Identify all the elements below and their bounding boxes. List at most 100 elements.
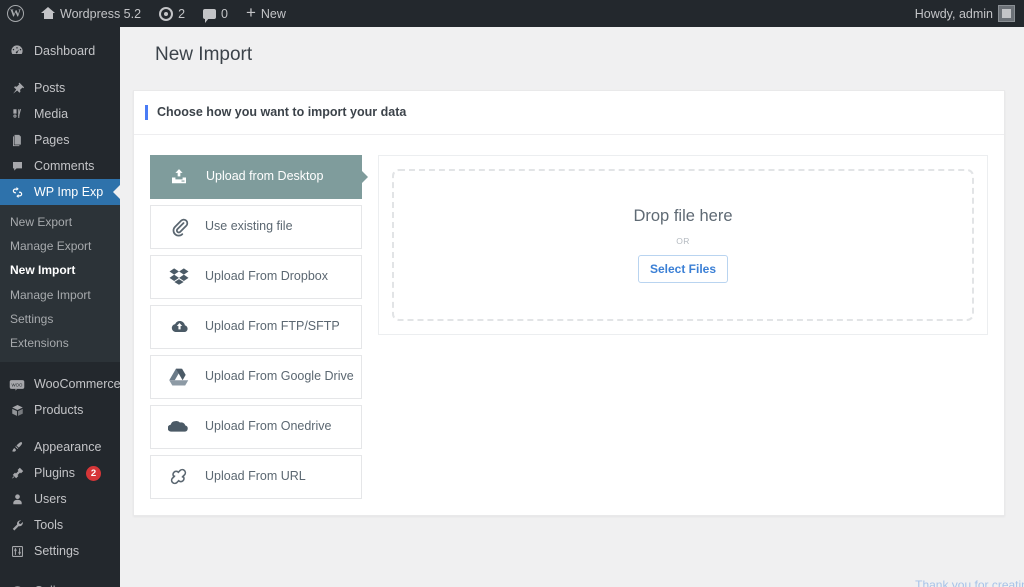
- link-chain-icon: [166, 467, 192, 487]
- submenu-item-new-export[interactable]: New Export: [0, 210, 120, 234]
- sidebar-item-label: Settings: [34, 543, 80, 558]
- paperclip-icon: [166, 217, 192, 237]
- import-method-list: Upload from Desktop Use existing file Up…: [150, 154, 362, 505]
- sidebar-item-label: Posts: [34, 80, 66, 95]
- settings-sliders-icon: [8, 542, 26, 560]
- dropzone-title: Drop file here: [633, 206, 733, 225]
- sidebar-item-appearance[interactable]: Appearance: [0, 434, 120, 460]
- tools-wrench-icon: [8, 516, 26, 534]
- accent-bar: [145, 104, 148, 120]
- submenu-item-extensions[interactable]: Extensions: [0, 331, 120, 355]
- updates-menu[interactable]: 2: [150, 0, 194, 27]
- sidebar-item-comments[interactable]: Comments: [0, 153, 120, 179]
- my-account-menu[interactable]: Howdy, admin: [906, 0, 1024, 27]
- collapse-menu-button[interactable]: Collapse menu: [0, 578, 120, 587]
- sidebar-item-label: WooCommerce: [34, 376, 120, 391]
- sidebar-item-settings[interactable]: Settings: [0, 538, 120, 564]
- users-icon: [8, 490, 26, 508]
- method-upload-from-url[interactable]: Upload From URL: [150, 454, 362, 499]
- admin-sidebar-menu: Dashboard Posts Media Pages Comments WP …: [0, 27, 120, 587]
- sidebar-item-media[interactable]: Media: [0, 101, 120, 127]
- dashboard-icon: [8, 42, 26, 60]
- select-files-button[interactable]: Select Files: [637, 254, 729, 283]
- method-label: Upload From Dropbox: [205, 269, 328, 284]
- products-box-icon: [8, 401, 26, 419]
- sidebar-item-dashboard[interactable]: Dashboard: [0, 38, 120, 64]
- plus-icon: +: [245, 3, 256, 22]
- pages-icon: [8, 131, 26, 149]
- appearance-brush-icon: [8, 438, 26, 456]
- sidebar-item-label: Plugins: [34, 465, 75, 480]
- page-title: New Import: [155, 44, 253, 65]
- woocommerce-icon: WOO: [8, 375, 26, 393]
- plugins-update-badge: 2: [86, 465, 101, 481]
- method-label: Upload From URL: [205, 469, 306, 484]
- plugins-plug-icon: [8, 464, 26, 482]
- updates-count: 2: [178, 6, 186, 21]
- submenu-item-new-import[interactable]: New Import: [0, 258, 120, 282]
- sidebar-item-label: Appearance: [34, 439, 102, 454]
- sidebar-item-label: Products: [34, 402, 84, 417]
- admin-footer: Thank you for creating with WordPress.: [240, 574, 1024, 587]
- sidebar-item-label: Media: [34, 106, 69, 121]
- comments-menu[interactable]: 0: [194, 0, 237, 27]
- updates-icon: [159, 6, 174, 21]
- card-header: Choose how you want to import your data: [134, 91, 1004, 135]
- svg-text:WOO: WOO: [12, 382, 24, 387]
- sidebar-item-posts[interactable]: Posts: [0, 75, 120, 101]
- upload-desktop-icon: [166, 167, 192, 187]
- cloud-upload-icon: [166, 317, 192, 337]
- dropbox-icon: [166, 267, 192, 286]
- submenu-item-settings[interactable]: Settings: [0, 307, 120, 331]
- admin-bar: Wordpress 5.2 2 0 + New Howdy, admin: [0, 0, 1024, 27]
- import-card: Choose how you want to import your data …: [133, 89, 1005, 516]
- method-label: Upload From Google Drive: [205, 369, 354, 384]
- sidebar-item-label: Pages: [34, 132, 70, 147]
- sidebar-item-plugins[interactable]: Plugins 2: [0, 460, 120, 486]
- sidebar-item-pages[interactable]: Pages: [0, 127, 120, 153]
- new-content-label: New: [260, 6, 286, 21]
- card-heading: Choose how you want to import your data: [157, 105, 407, 120]
- sidebar-item-label: WP Imp Exp: [34, 184, 104, 199]
- site-name-label: Wordpress 5.2: [60, 6, 142, 21]
- sidebar-item-label: Users: [34, 491, 67, 506]
- sidebar-item-label: Dashboard: [34, 43, 96, 58]
- method-upload-from-google-drive[interactable]: Upload From Google Drive: [150, 354, 362, 399]
- greeting-label: Howdy, admin: [914, 6, 993, 21]
- collapse-arrow-icon: [8, 582, 26, 587]
- method-label: Use existing file: [205, 219, 293, 234]
- comment-bubble-icon: [203, 8, 217, 23]
- sidebar-item-products[interactable]: Products: [0, 397, 120, 423]
- method-upload-from-desktop[interactable]: Upload from Desktop: [150, 154, 362, 199]
- home-icon: [41, 7, 55, 20]
- sidebar-item-label: Tools: [34, 517, 64, 532]
- sidebar-item-woocommerce[interactable]: WOO WooCommerce: [0, 371, 120, 397]
- main-content-area: New Import Choose how you want to import…: [120, 27, 1024, 587]
- onedrive-cloud-icon: [166, 419, 192, 435]
- card-body: Upload from Desktop Use existing file Up…: [134, 135, 1004, 505]
- avatar-icon: [998, 5, 1015, 22]
- submenu-item-manage-import[interactable]: Manage Import: [0, 283, 120, 307]
- method-use-existing-file[interactable]: Use existing file: [150, 204, 362, 249]
- new-content-menu[interactable]: + New: [237, 0, 295, 27]
- method-upload-from-ftp[interactable]: Upload From FTP/SFTP: [150, 304, 362, 349]
- submenu-item-manage-export[interactable]: Manage Export: [0, 234, 120, 258]
- method-upload-from-onedrive[interactable]: Upload From Onedrive: [150, 404, 362, 449]
- comment-icon: [8, 157, 26, 175]
- sidebar-item-users[interactable]: Users: [0, 486, 120, 512]
- google-drive-icon: [166, 368, 192, 386]
- wordpress-logo-button[interactable]: [0, 0, 32, 27]
- file-dropzone[interactable]: Drop file here OR Select Files: [392, 168, 974, 321]
- pin-icon: [8, 79, 26, 97]
- method-label: Upload From Onedrive: [205, 419, 332, 434]
- method-upload-from-dropbox[interactable]: Upload From Dropbox: [150, 254, 362, 299]
- site-name-menu[interactable]: Wordpress 5.2: [32, 0, 150, 27]
- wp-imp-exp-submenu: New Export Manage Export New Import Mana…: [0, 205, 120, 363]
- dropzone-panel: Drop file here OR Select Files: [378, 154, 988, 335]
- admin-bar-spacer: [295, 0, 906, 27]
- sidebar-item-tools[interactable]: Tools: [0, 512, 120, 538]
- footer-text: Thank you for creating with WordPress.: [915, 578, 1024, 587]
- media-icon: [8, 105, 26, 123]
- sidebar-item-wp-imp-exp[interactable]: WP Imp Exp: [0, 179, 120, 205]
- comments-count: 0: [221, 6, 228, 21]
